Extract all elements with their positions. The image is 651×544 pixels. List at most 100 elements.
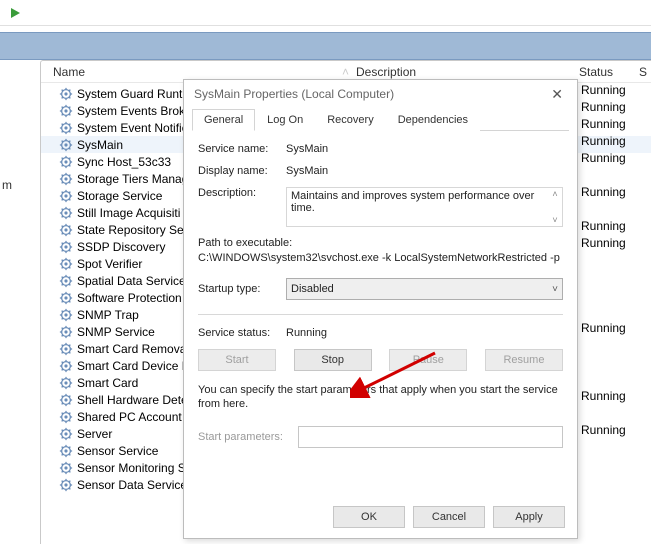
col-s[interactable]: S (639, 65, 651, 79)
service-label: Sensor Monitoring S (77, 461, 186, 475)
gear-icon (59, 274, 73, 288)
banner-strip (0, 32, 651, 60)
description-text: Maintains and improves system performanc… (286, 187, 563, 227)
status-value: Running (581, 116, 651, 133)
col-status[interactable]: Status (579, 65, 639, 79)
status-value: Running (581, 150, 651, 167)
status-value: Running (581, 99, 651, 116)
chevron-up-icon: ˄ (341, 65, 350, 79)
service-label: State Repository Ser (77, 223, 188, 237)
gear-icon (59, 461, 73, 475)
gear-icon (59, 376, 73, 390)
gear-icon (59, 87, 73, 101)
status-value: Running (581, 184, 651, 201)
service-label: Spot Verifier (77, 257, 142, 271)
service-label: SNMP Service (77, 325, 155, 339)
chevron-down-icon[interactable]: ˅ (549, 215, 561, 225)
tab-general[interactable]: General (192, 109, 255, 131)
gear-icon (59, 223, 73, 237)
cancel-button[interactable]: Cancel (413, 506, 485, 528)
service-label: Shared PC Account (77, 410, 182, 424)
gear-icon (59, 138, 73, 152)
status-value (581, 167, 651, 184)
status-value (581, 354, 651, 371)
display-name-value: SysMain (286, 165, 563, 177)
toolbar (0, 0, 651, 26)
status-value: Running (581, 133, 651, 150)
status-value (581, 286, 651, 303)
startup-type-select[interactable]: Disabled ˅ (286, 278, 563, 300)
service-label: Storage Tiers Manag (77, 172, 188, 186)
start-button: Start (198, 349, 276, 371)
tab-recovery[interactable]: Recovery (315, 109, 385, 131)
play-icon[interactable] (8, 6, 22, 20)
service-status-value: Running (286, 327, 563, 339)
gear-icon (59, 393, 73, 407)
service-label: System Events Broke (77, 104, 192, 118)
gear-icon (59, 155, 73, 169)
service-label: Smart Card (77, 376, 138, 390)
service-label: Sync Host_53c33 (77, 155, 171, 169)
start-parameters-input[interactable] (298, 426, 563, 448)
start-parameters-label: Start parameters: (198, 431, 298, 443)
gear-icon (59, 410, 73, 424)
path-value: C:\WINDOWS\system32\svchost.exe -k Local… (198, 252, 563, 264)
status-value: Running (581, 235, 651, 252)
service-label: Sensor Data Service (77, 478, 187, 492)
dialog-footer: OK Cancel Apply (333, 506, 565, 528)
gear-icon (59, 444, 73, 458)
divider (198, 314, 563, 315)
resume-button: Resume (485, 349, 563, 371)
tab-dependencies[interactable]: Dependencies (386, 109, 480, 131)
status-value (581, 439, 651, 456)
stop-button[interactable]: Stop (294, 349, 372, 371)
status-value (581, 405, 651, 422)
status-value: Running (581, 82, 651, 99)
gear-icon (59, 325, 73, 339)
close-icon[interactable]: ✕ (545, 84, 569, 105)
service-label: Software Protection (77, 291, 182, 305)
apply-button[interactable]: Apply (493, 506, 565, 528)
service-label: System Event Notific (77, 121, 188, 135)
col-name[interactable]: Name (41, 65, 341, 79)
startup-type-label: Startup type: (198, 283, 286, 295)
status-value: Running (581, 422, 651, 439)
ok-button[interactable]: OK (333, 506, 405, 528)
chevron-down-icon: ˅ (552, 284, 558, 295)
chevron-up-icon[interactable]: ˄ (549, 189, 561, 199)
col-description[interactable]: Description (350, 65, 579, 79)
display-name-label: Display name: (198, 165, 286, 177)
status-value (581, 252, 651, 269)
service-label: SSDP Discovery (77, 240, 165, 254)
tab-logon[interactable]: Log On (255, 109, 315, 131)
path-label: Path to executable: (198, 237, 563, 249)
status-value: Running (581, 320, 651, 337)
service-label: Server (77, 427, 112, 441)
description-scrollbar[interactable]: ˄˅ (549, 189, 561, 225)
service-status-label: Service status: (198, 327, 286, 339)
gear-icon (59, 359, 73, 373)
gear-icon (59, 240, 73, 254)
status-value (581, 201, 651, 218)
gear-icon (59, 478, 73, 492)
service-label: SNMP Trap (77, 308, 139, 322)
service-label: Spatial Data Service (77, 274, 186, 288)
dialog-title-text: SysMain Properties (Local Computer) (194, 87, 394, 101)
service-name-label: Service name: (198, 143, 286, 155)
tabs: General Log On Recovery Dependencies (192, 108, 569, 131)
gear-icon (59, 257, 73, 271)
status-value: Running (581, 218, 651, 235)
service-label: SysMain (77, 138, 123, 152)
gear-icon (59, 189, 73, 203)
status-value: Running (581, 388, 651, 405)
status-value (581, 371, 651, 388)
gear-icon (59, 206, 73, 220)
gear-icon (59, 172, 73, 186)
gear-icon (59, 121, 73, 135)
status-value (581, 269, 651, 286)
description-label: Description: (198, 187, 286, 199)
status-value (581, 456, 651, 473)
gear-icon (59, 342, 73, 356)
dialog-body: Service name: SysMain Display name: SysM… (184, 131, 577, 466)
status-value (581, 337, 651, 354)
